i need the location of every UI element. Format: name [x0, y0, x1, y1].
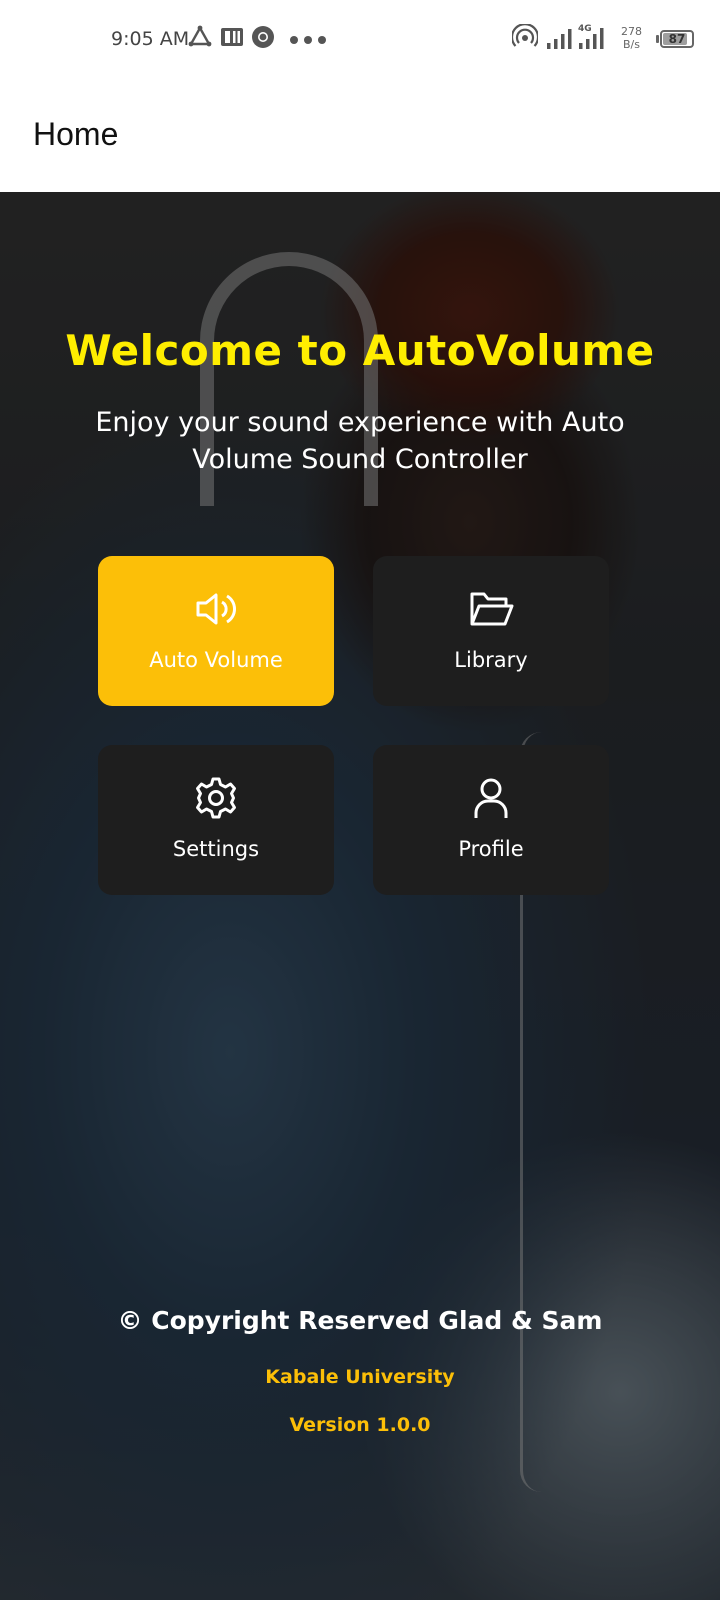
settings-label: Settings — [172, 837, 260, 861]
auto-volume-button[interactable]: Auto Volume — [98, 556, 334, 706]
version-text: Version 1.0.0 — [289, 1414, 431, 1436]
hero-background: Welcome to AutoVolume Enjoy your sound e… — [0, 192, 720, 1600]
more-dots-icon — [288, 31, 328, 50]
signal-4g-icon: 4G — [578, 22, 606, 54]
triangle-app-icon — [188, 25, 212, 51]
copyright-text: © Copyright Reserved Glad & Sam — [117, 1306, 603, 1335]
user-icon — [373, 773, 609, 821]
status-time: 9:05 AM — [111, 28, 190, 50]
settings-button[interactable]: Settings — [98, 745, 334, 895]
page-title: Home — [33, 116, 119, 152]
auto-volume-label: Auto Volume — [149, 648, 283, 672]
profile-button[interactable]: Profile — [373, 745, 609, 895]
university-text: Kabale University — [265, 1366, 455, 1388]
profile-label: Profile — [458, 837, 524, 861]
net-speed-unit: B/s — [623, 38, 640, 51]
welcome-subtitle: Enjoy your sound experience with Auto Vo… — [95, 407, 625, 475]
speaker-icon — [98, 584, 334, 632]
folder-open-icon — [373, 584, 609, 632]
net-speed: 278 B/s — [621, 25, 642, 51]
net-speed-value: 278 — [621, 25, 642, 38]
battery-icon: 87 — [660, 30, 694, 48]
library-button[interactable]: Library — [373, 556, 609, 706]
battery-level: 87 — [668, 32, 686, 46]
gear-icon — [98, 773, 334, 821]
status-bar: 9:05 AM 4G 278 B/s 87 — [0, 0, 720, 80]
app-bar: Home — [0, 80, 720, 192]
signal-icon — [546, 28, 574, 54]
welcome-heading: Welcome to AutoVolume — [65, 326, 655, 375]
battery-cap — [656, 35, 659, 43]
network-type-label: 4G — [578, 24, 592, 34]
pdf-app-icon — [220, 25, 244, 53]
hotspot-icon — [510, 23, 540, 54]
library-label: Library — [454, 648, 528, 672]
chrome-icon — [251, 25, 275, 53]
